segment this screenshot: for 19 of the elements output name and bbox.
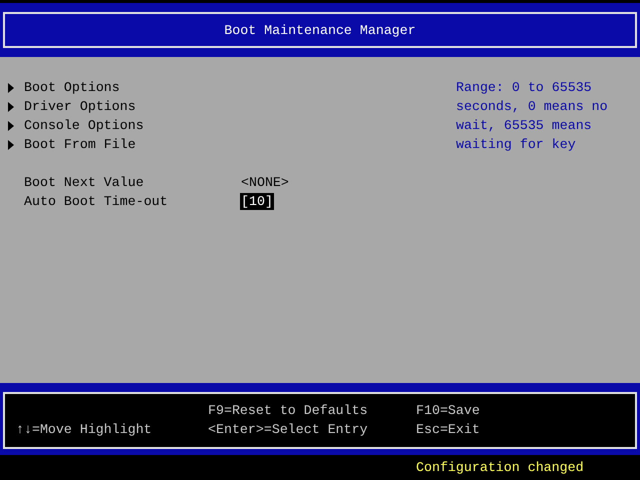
key-hint: <Enter>=Select Entry bbox=[208, 421, 369, 439]
status-message: Configuration changed bbox=[416, 460, 584, 475]
menu-item[interactable]: Console Options bbox=[24, 116, 240, 135]
key-hint: F9=Reset to Defaults bbox=[208, 402, 369, 420]
setting-value[interactable]: [10] bbox=[240, 193, 274, 210]
key-hint: ↑↓=Move Highlight bbox=[16, 421, 153, 439]
menu-item[interactable]: Boot From File bbox=[24, 135, 240, 154]
help-text: wait, 65535 means bbox=[456, 117, 593, 135]
setting-value[interactable]: <NONE> bbox=[240, 174, 290, 191]
help-text: seconds, 0 means no bbox=[456, 98, 608, 116]
help-text: Range: 0 to 65535 bbox=[456, 79, 593, 97]
key-hint: Esc=Exit bbox=[416, 421, 480, 439]
help-text: waiting for key bbox=[456, 136, 577, 154]
setting-label: Boot Next Value bbox=[24, 174, 145, 192]
window-title: Boot Maintenance Manager bbox=[224, 22, 416, 40]
key-hint: F10=Save bbox=[416, 402, 480, 420]
menu-item[interactable]: Driver Options bbox=[24, 97, 240, 116]
setting-label: Auto Boot Time-out bbox=[24, 193, 169, 211]
menu-item[interactable]: Boot Options bbox=[24, 78, 240, 97]
